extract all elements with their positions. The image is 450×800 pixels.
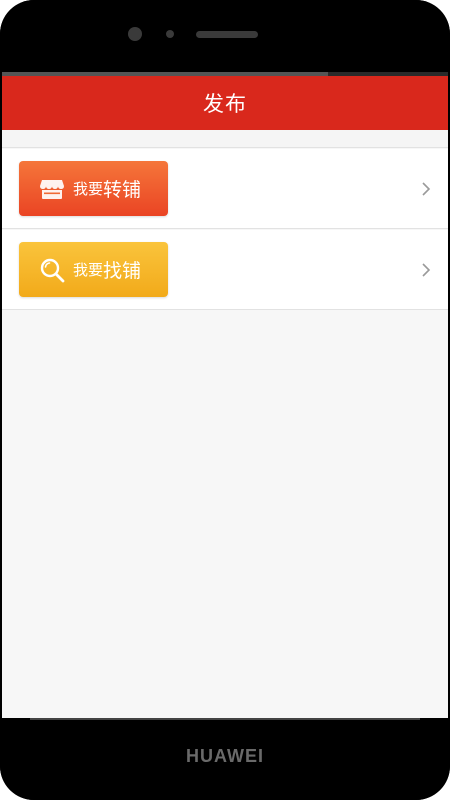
device-brand-logo: HUAWEI <box>186 746 264 766</box>
find-shop-label-prefix: 我要 <box>73 261 104 279</box>
search-icon <box>40 258 65 282</box>
shop-icon <box>40 179 64 199</box>
front-camera <box>128 27 142 41</box>
top-bezel <box>0 0 450 72</box>
bottom-bezel: HUAWEI <box>0 718 450 800</box>
chevron-right-icon <box>422 182 431 196</box>
transfer-shop-label-prefix: 我要 <box>73 180 104 198</box>
app-screen: 发布 我要 转铺 我要 找铺 <box>2 72 448 718</box>
transfer-shop-button[interactable]: 我要 转铺 <box>19 161 168 216</box>
find-shop-button[interactable]: 我要 找铺 <box>19 242 168 297</box>
transfer-shop-label-main: 转铺 <box>103 179 142 201</box>
phone-frame: 发布 我要 转铺 我要 找铺 HUAWEI <box>0 0 450 800</box>
proximity-sensor <box>166 30 174 38</box>
section-gap <box>2 130 448 148</box>
screen-edge <box>30 718 420 720</box>
chevron-right-icon <box>422 263 431 277</box>
earpiece-speaker <box>196 31 258 38</box>
find-shop-label-main: 找铺 <box>103 260 142 282</box>
menu-row-transfer-shop[interactable]: 我要 转铺 <box>2 149 448 229</box>
title-bar: 发布 <box>2 76 448 130</box>
page-title: 发布 <box>203 92 247 116</box>
menu-row-find-shop[interactable]: 我要 找铺 <box>2 230 448 310</box>
